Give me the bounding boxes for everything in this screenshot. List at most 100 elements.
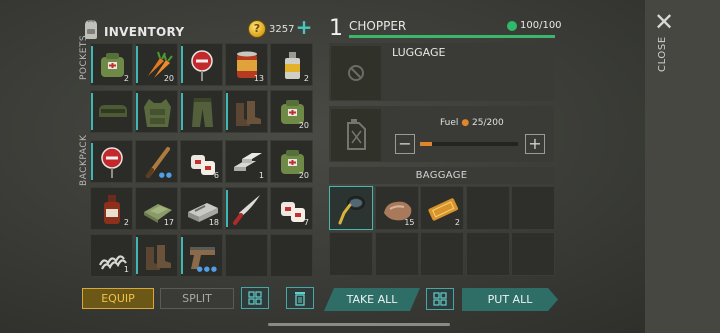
add-coins-button[interactable]: + bbox=[295, 17, 313, 37]
baggage-slot[interactable] bbox=[420, 232, 464, 276]
item-count: 20 bbox=[298, 121, 309, 130]
item-count: 2 bbox=[123, 218, 129, 227]
durability-indicator bbox=[136, 93, 138, 130]
boots-icon bbox=[146, 245, 171, 270]
item-count: 2 bbox=[454, 218, 460, 227]
fuel-decrease-button[interactable]: − bbox=[395, 134, 415, 154]
durability-indicator bbox=[91, 93, 93, 130]
baggage-slot[interactable] bbox=[465, 232, 510, 276]
durability-indicator bbox=[136, 237, 138, 274]
fuel-slider-track[interactable] bbox=[420, 142, 518, 146]
pocket-slot[interactable]: 2 bbox=[90, 43, 133, 86]
pocket-slot[interactable] bbox=[90, 90, 133, 133]
backpack-slot[interactable]: 18 bbox=[180, 187, 223, 230]
fuel-label-text: Fuel bbox=[440, 118, 459, 128]
pants-icon bbox=[192, 98, 213, 127]
durability-indicator bbox=[91, 46, 93, 83]
backpack-slot[interactable] bbox=[90, 140, 133, 183]
pocket-slot[interactable] bbox=[135, 90, 178, 133]
stop-sign-icon bbox=[101, 147, 123, 178]
item-count: 1 bbox=[258, 171, 264, 180]
item-count: 13 bbox=[253, 74, 264, 83]
item-count: 18 bbox=[208, 218, 219, 227]
jerrycan-icon bbox=[347, 119, 366, 150]
backpack-slot[interactable]: ●●● bbox=[180, 234, 223, 277]
backpack-slot[interactable]: 17 bbox=[135, 187, 178, 230]
sort-baggage-button[interactable] bbox=[426, 288, 454, 310]
backpack-slot[interactable]: ●● bbox=[135, 140, 178, 183]
backpack-slot[interactable]: 6 bbox=[180, 140, 223, 183]
item-count: 20 bbox=[298, 171, 309, 180]
pocket-slot[interactable] bbox=[225, 90, 268, 133]
backpack-slot[interactable]: 20 bbox=[270, 140, 313, 183]
close-label[interactable]: CLOSE bbox=[657, 36, 668, 72]
backpack-slot[interactable]: 1 bbox=[90, 234, 133, 277]
item-level-dots: ●●● bbox=[196, 265, 218, 273]
baggage-slot[interactable]: 2 bbox=[420, 186, 464, 230]
pocket-slot[interactable] bbox=[180, 90, 223, 133]
backpack-slot[interactable]: 1 bbox=[225, 140, 268, 183]
pocket-slot[interactable]: 20 bbox=[270, 90, 313, 133]
gloves-icon bbox=[99, 105, 127, 117]
durability-indicator bbox=[136, 46, 138, 83]
armor-vest-icon bbox=[144, 99, 171, 127]
home-indicator bbox=[268, 323, 450, 326]
delete-button[interactable] bbox=[286, 287, 314, 309]
equip-button[interactable]: EQUIP bbox=[82, 288, 154, 309]
baggage-slot[interactable] bbox=[374, 232, 419, 276]
blocked-icon bbox=[348, 65, 364, 81]
baggage-slot[interactable] bbox=[511, 186, 555, 230]
baggage-slot[interactable] bbox=[511, 232, 555, 276]
backpack-slot[interactable] bbox=[135, 234, 178, 277]
luggage-slot[interactable] bbox=[331, 46, 381, 100]
backpack-slot[interactable]: 2 bbox=[90, 187, 133, 230]
fuel-slot[interactable] bbox=[331, 109, 381, 161]
inventory-title: INVENTORY bbox=[104, 25, 185, 39]
take-all-button[interactable]: TAKE ALL bbox=[324, 288, 420, 311]
durability-indicator bbox=[226, 190, 228, 227]
durability-indicator bbox=[226, 93, 228, 130]
pocket-slot[interactable] bbox=[180, 43, 223, 86]
coin-count: 3257 bbox=[269, 24, 295, 35]
split-button[interactable]: SPLIT bbox=[160, 288, 234, 309]
backpack-slot[interactable]: 7 bbox=[270, 187, 313, 230]
vehicle-slot-number: 1 bbox=[329, 16, 343, 41]
fuel-increase-button[interactable]: + bbox=[525, 134, 545, 154]
boots-icon bbox=[236, 101, 261, 126]
item-count: 15 bbox=[404, 218, 415, 227]
sort-inventory-button[interactable] bbox=[241, 287, 269, 309]
baggage-slot[interactable] bbox=[465, 186, 510, 230]
fuel-drop-icon: ● bbox=[461, 118, 470, 128]
baggage-slot[interactable] bbox=[329, 186, 373, 230]
vehicle-durability: 100/100 bbox=[520, 20, 562, 31]
vehicle-title: CHOPPER bbox=[349, 19, 407, 33]
backpack-slot[interactable] bbox=[225, 234, 268, 277]
fuel-slider-fill bbox=[420, 142, 433, 146]
item-count: 7 bbox=[303, 218, 309, 227]
fuel-label: Fuel ● 25/200 bbox=[440, 118, 504, 128]
durability-indicator bbox=[181, 237, 183, 274]
luggage-label: LUGGAGE bbox=[392, 46, 446, 59]
stop-sign-icon bbox=[191, 50, 213, 81]
baggage-slot[interactable] bbox=[329, 232, 373, 276]
item-count: 2 bbox=[303, 74, 309, 83]
machete-icon bbox=[233, 195, 260, 225]
grid-icon bbox=[433, 292, 447, 306]
item-count: 17 bbox=[163, 218, 174, 227]
put-all-button[interactable]: PUT ALL bbox=[462, 288, 558, 311]
shovel-icon bbox=[338, 196, 365, 225]
baggage-slot[interactable]: 15 bbox=[374, 186, 419, 230]
close-icon[interactable]: ✕ bbox=[652, 10, 676, 34]
baggage-header: BAGGAGE bbox=[329, 167, 554, 184]
durability-bar bbox=[349, 35, 555, 38]
backpack-label: BACKPACK bbox=[79, 134, 89, 186]
trash-icon bbox=[295, 292, 305, 306]
durability-indicator bbox=[181, 46, 183, 83]
pocket-slot[interactable]: 13 bbox=[225, 43, 268, 86]
pocket-slot[interactable]: 2 bbox=[270, 43, 313, 86]
backpack-slot[interactable] bbox=[225, 187, 268, 230]
item-count: 6 bbox=[213, 171, 219, 180]
backpack-slot[interactable] bbox=[270, 234, 313, 277]
grid-icon bbox=[248, 291, 262, 305]
pocket-slot[interactable]: 20 bbox=[135, 43, 178, 86]
